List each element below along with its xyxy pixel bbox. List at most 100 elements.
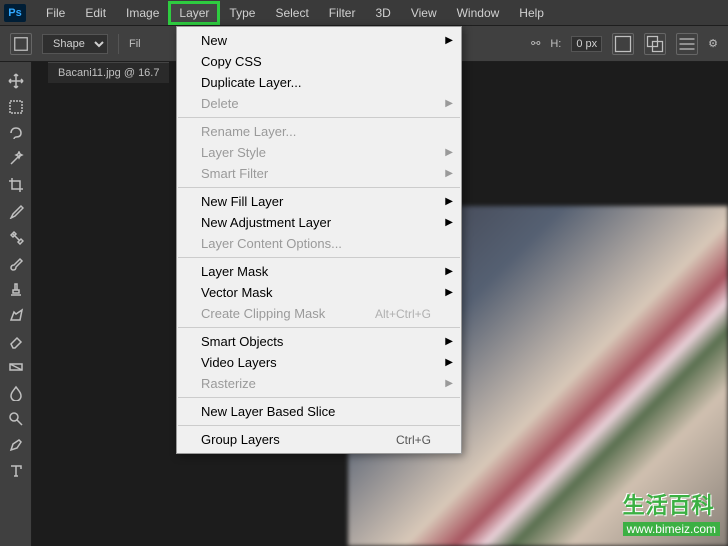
watermark-title: 生活百科 — [623, 488, 720, 520]
chevron-right-icon: ▶ — [445, 357, 453, 368]
app-logo: Ps — [4, 4, 26, 22]
tool-preset-icon[interactable] — [10, 33, 32, 55]
path-operations-icon[interactable] — [644, 33, 666, 55]
chevron-right-icon: ▶ — [445, 266, 453, 277]
menu-view[interactable]: View — [401, 2, 447, 24]
menu-layer[interactable]: Layer — [169, 2, 219, 24]
menu-item-label: Smart Objects — [201, 334, 283, 349]
watermark: 生活百科 www.bimeiz.com — [623, 488, 720, 538]
menu-item-shortcut: Ctrl+G — [396, 433, 431, 447]
brush-tool[interactable] — [4, 252, 28, 274]
menu-edit[interactable]: Edit — [75, 2, 116, 24]
crop-tool[interactable] — [4, 174, 28, 196]
menu-item-shortcut: Alt+Ctrl+G — [375, 307, 431, 321]
menu-image[interactable]: Image — [116, 2, 169, 24]
menu-item-label: Copy CSS — [201, 54, 262, 69]
chevron-right-icon: ▶ — [445, 196, 453, 207]
menu-item-rasterize: Rasterize ▶ — [177, 373, 461, 394]
menu-item-label: New Adjustment Layer — [201, 215, 331, 230]
stamp-tool[interactable] — [4, 278, 28, 300]
menu-item-label: Group Layers — [201, 432, 280, 447]
align-edges-icon[interactable] — [612, 33, 634, 55]
menu-item-rename-layer: Rename Layer... — [177, 121, 461, 142]
menu-item-label: New — [201, 33, 227, 48]
chevron-right-icon: ▶ — [445, 98, 453, 109]
layer-menu-dropdown: New ▶ Copy CSS Duplicate Layer... Delete ▶ Ren… — [176, 26, 462, 454]
menu-type[interactable]: Type — [219, 2, 265, 24]
menu-item-smart-objects[interactable]: Smart Objects ▶ — [177, 331, 461, 352]
menu-file[interactable]: File — [36, 2, 75, 24]
height-value[interactable]: 0 px — [571, 36, 602, 52]
menu-item-group-layers[interactable]: Group Layers Ctrl+G — [177, 429, 461, 450]
menu-item-vector-mask[interactable]: Vector Mask ▶ — [177, 282, 461, 303]
chevron-right-icon: ▶ — [445, 378, 453, 389]
menu-separator — [178, 117, 460, 118]
wand-tool[interactable] — [4, 148, 28, 170]
menu-item-smart-filter: Smart Filter ▶ — [177, 163, 461, 184]
menu-filter[interactable]: Filter — [319, 2, 366, 24]
menu-item-label: Rasterize — [201, 376, 256, 391]
lasso-tool[interactable] — [4, 122, 28, 144]
menu-item-video-layers[interactable]: Video Layers ▶ — [177, 352, 461, 373]
blur-tool[interactable] — [4, 382, 28, 404]
shape-mode-select[interactable]: Shape — [42, 34, 108, 54]
menu-separator — [178, 187, 460, 188]
tools-panel — [0, 62, 32, 546]
history-tool[interactable] — [4, 304, 28, 326]
menu-item-label: Delete — [201, 96, 239, 111]
menu-separator — [178, 327, 460, 328]
menu-separator — [178, 397, 460, 398]
menu-separator — [178, 425, 460, 426]
menu-item-label: Smart Filter — [201, 166, 268, 181]
menu-item-layer-mask[interactable]: Layer Mask ▶ — [177, 261, 461, 282]
menu-item-copy-css[interactable]: Copy CSS — [177, 51, 461, 72]
menu-separator — [178, 257, 460, 258]
menu-item-layer-style: Layer Style ▶ — [177, 142, 461, 163]
arrange-icon[interactable] — [676, 33, 698, 55]
eyedropper-tool[interactable] — [4, 200, 28, 222]
menu-item-duplicate-layer[interactable]: Duplicate Layer... — [177, 72, 461, 93]
menu-item-delete: Delete ▶ — [177, 93, 461, 114]
menu-3d[interactable]: 3D — [365, 2, 400, 24]
marquee-tool[interactable] — [4, 96, 28, 118]
dodge-tool[interactable] — [4, 408, 28, 430]
gradient-tool[interactable] — [4, 356, 28, 378]
gear-icon[interactable]: ⚙ — [708, 37, 718, 50]
divider — [118, 34, 119, 54]
menu-item-label: Layer Content Options... — [201, 236, 342, 251]
menu-item-label: Rename Layer... — [201, 124, 296, 139]
document-tab[interactable]: Bacani11.jpg @ 16.7 — [48, 62, 169, 83]
move-tool[interactable] — [4, 70, 28, 92]
watermark-url: www.bimeiz.com — [623, 522, 720, 536]
menu-item-label: Layer Mask — [201, 264, 268, 279]
chevron-right-icon: ▶ — [445, 168, 453, 179]
menu-item-label: Video Layers — [201, 355, 277, 370]
pen-tool[interactable] — [4, 434, 28, 456]
menu-item-new-fill-layer[interactable]: New Fill Layer ▶ — [177, 191, 461, 212]
menu-item-new-layer-based-slice[interactable]: New Layer Based Slice — [177, 401, 461, 422]
menu-item-label: Vector Mask — [201, 285, 273, 300]
menu-item-layer-content-options: Layer Content Options... — [177, 233, 461, 254]
menu-item-create-clipping-mask: Create Clipping Mask Alt+Ctrl+G — [177, 303, 461, 324]
link-icon[interactable]: ⚯ — [531, 37, 540, 50]
chevron-right-icon: ▶ — [445, 287, 453, 298]
menu-item-new-adjustment-layer[interactable]: New Adjustment Layer ▶ — [177, 212, 461, 233]
chevron-right-icon: ▶ — [445, 147, 453, 158]
heal-tool[interactable] — [4, 226, 28, 248]
chevron-right-icon: ▶ — [445, 35, 453, 46]
chevron-right-icon: ▶ — [445, 217, 453, 228]
menu-item-label: New Layer Based Slice — [201, 404, 335, 419]
menubar: Ps FileEditImageLayerTypeSelectFilter3DV… — [0, 0, 728, 26]
menu-item-label: New Fill Layer — [201, 194, 283, 209]
menu-item-label: Create Clipping Mask — [201, 306, 325, 321]
menu-select[interactable]: Select — [265, 2, 318, 24]
eraser-tool[interactable] — [4, 330, 28, 352]
menu-help[interactable]: Help — [509, 2, 554, 24]
type-tool[interactable] — [4, 460, 28, 482]
menu-window[interactable]: Window — [447, 2, 510, 24]
height-label: H: — [550, 38, 561, 50]
menu-item-new[interactable]: New ▶ — [177, 30, 461, 51]
chevron-right-icon: ▶ — [445, 336, 453, 347]
menu-item-label: Duplicate Layer... — [201, 75, 301, 90]
menu-item-label: Layer Style — [201, 145, 266, 160]
